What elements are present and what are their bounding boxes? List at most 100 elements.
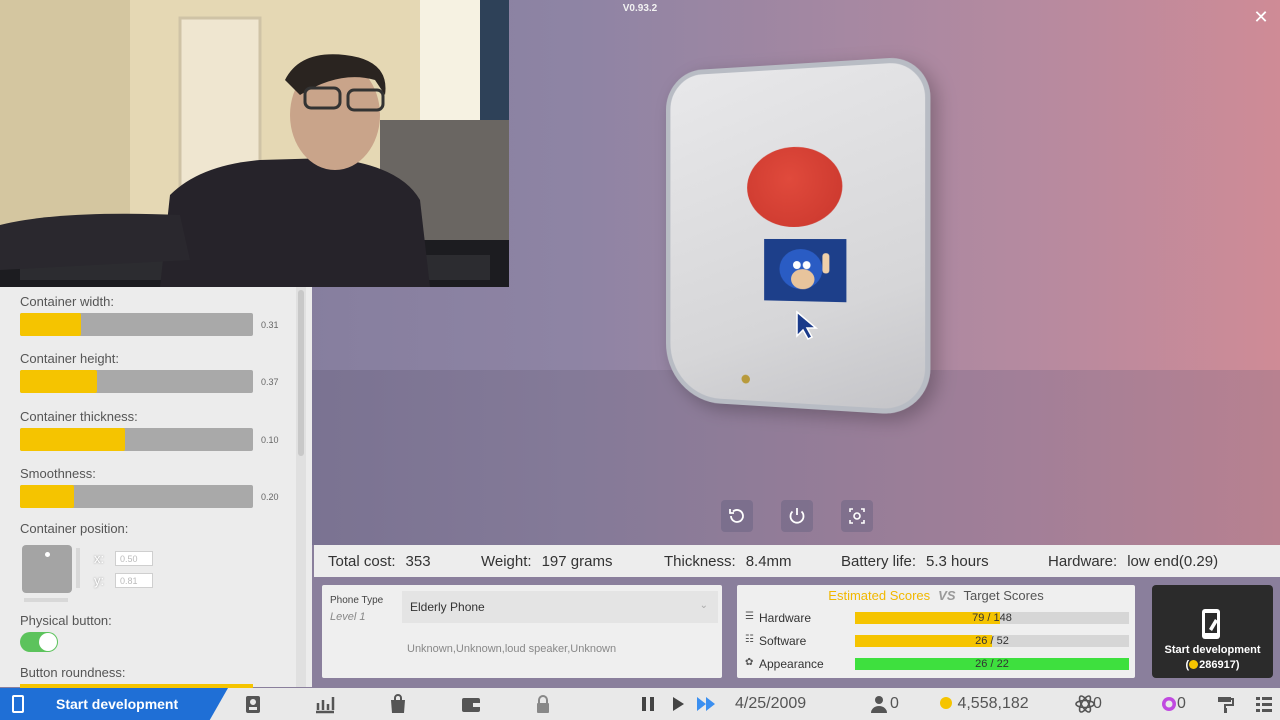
phone-build-icon bbox=[1202, 609, 1220, 639]
palette-icon: ✿ bbox=[745, 657, 754, 668]
battery-life-stat: Battery life: 5.3 hours bbox=[841, 553, 989, 570]
chart-icon[interactable] bbox=[314, 694, 336, 714]
version-label: V0.93.2 bbox=[622, 3, 658, 14]
lock-icon[interactable] bbox=[532, 694, 554, 714]
smoothness-label: Smoothness: bbox=[20, 466, 96, 481]
phone-icon bbox=[12, 695, 24, 713]
start-development-cost: (286917) bbox=[1185, 659, 1240, 671]
software-score-bar: 26 / 52 bbox=[855, 635, 1129, 647]
container-width-slider-fill bbox=[20, 313, 81, 336]
phone-type-label: Phone Type bbox=[330, 595, 384, 606]
container-position-pad[interactable] bbox=[22, 545, 72, 593]
software-score-text: 26 / 52 bbox=[975, 635, 1009, 647]
start-development-label: Start development bbox=[1164, 644, 1261, 656]
token-count: 0 bbox=[1177, 695, 1186, 712]
appearance-score-text: 26 / 22 bbox=[975, 658, 1009, 670]
pause-icon[interactable] bbox=[637, 694, 659, 714]
research-count: 0 bbox=[1093, 695, 1102, 712]
hardware-icon: ☰ bbox=[745, 611, 754, 622]
score-name: Appearance bbox=[759, 657, 824, 671]
physical-button-label: Physical button: bbox=[20, 613, 112, 628]
button-roundness-label: Button roundness: bbox=[20, 665, 126, 680]
position-vertical-bar[interactable] bbox=[76, 548, 80, 588]
screenshot-icon[interactable] bbox=[841, 500, 873, 532]
appearance-score-row: ✿ Appearance 26 / 22 bbox=[745, 657, 1129, 671]
position-x-label: x: bbox=[94, 551, 105, 566]
score-name: Hardware bbox=[759, 611, 812, 625]
position-pad-handle[interactable] bbox=[45, 552, 50, 557]
thickness-stat: Thickness: 8.4mm bbox=[664, 553, 792, 570]
container-width-slider[interactable] bbox=[20, 313, 253, 336]
rotate-view-icon[interactable] bbox=[721, 500, 753, 532]
start-development-button[interactable]: Start development (286917) bbox=[1152, 585, 1273, 678]
employees-count: 0 bbox=[890, 695, 899, 712]
hardware-stat: Hardware: low end(0.29) bbox=[1048, 553, 1219, 570]
money-display: 4,558,182 bbox=[940, 695, 1029, 713]
appearance-score-bar: 26 / 22 bbox=[855, 658, 1129, 670]
vs-label: VS bbox=[938, 588, 956, 603]
play-icon[interactable] bbox=[667, 694, 689, 714]
taskbar-start-development-button[interactable]: Start development bbox=[0, 688, 228, 720]
phone-type-features: Unknown,Unknown,loud speaker,Unknown bbox=[407, 643, 617, 655]
smoothness-slider[interactable] bbox=[20, 485, 253, 508]
phone-sticker-image bbox=[764, 238, 847, 303]
power-toggle-icon[interactable] bbox=[781, 500, 813, 532]
hardware-score-bar: 79 / 148 bbox=[855, 612, 1129, 624]
scores-header: Estimated Scores VS Target Scores bbox=[737, 588, 1135, 603]
target-scores-label: Target Scores bbox=[963, 588, 1044, 603]
position-x-input[interactable] bbox=[115, 551, 153, 566]
container-height-value: 0.37 bbox=[261, 377, 279, 387]
close-icon[interactable]: ✕ bbox=[1250, 6, 1272, 28]
employee-badge-icon[interactable] bbox=[242, 694, 264, 714]
container-thickness-slider-fill bbox=[20, 428, 125, 451]
phone-red-button bbox=[747, 145, 843, 228]
coin-icon bbox=[1189, 660, 1199, 669]
hardware-score-text: 79 / 148 bbox=[972, 612, 1012, 624]
settings-scrollbar-thumb[interactable] bbox=[298, 290, 304, 456]
estimated-scores-label: Estimated Scores bbox=[828, 588, 931, 603]
toggle-knob bbox=[39, 633, 57, 651]
position-y-label: y: bbox=[94, 573, 105, 588]
container-thickness-value: 0.10 bbox=[261, 435, 279, 445]
fast-forward-icon[interactable] bbox=[695, 694, 717, 714]
phone-stats-bar: Total cost: 353 Weight: 197 grams Thicknes… bbox=[314, 545, 1280, 577]
container-thickness-slider[interactable] bbox=[20, 428, 253, 451]
container-height-slider[interactable] bbox=[20, 370, 253, 393]
score-name: Software bbox=[759, 634, 807, 648]
wallet-icon[interactable] bbox=[460, 694, 482, 714]
paint-roller-icon[interactable] bbox=[1214, 694, 1236, 714]
total-cost-stat: Total cost: 353 bbox=[328, 553, 431, 570]
container-height-label: Container height: bbox=[20, 351, 120, 366]
bottom-taskbar: Start development 4/25/2009 0 4,558,182 … bbox=[0, 688, 1280, 720]
position-horizontal-bar[interactable] bbox=[24, 598, 68, 602]
weight-stat: Weight: 197 grams bbox=[481, 553, 613, 570]
phone-model[interactable] bbox=[665, 55, 931, 417]
smoothness-value: 0.20 bbox=[261, 492, 279, 502]
container-position-label: Container position: bbox=[20, 521, 129, 536]
phone-speaker-dot bbox=[741, 374, 750, 384]
container-height-slider-fill bbox=[20, 370, 97, 393]
container-width-label: Container width: bbox=[20, 294, 114, 309]
physical-button-toggle[interactable] bbox=[20, 632, 58, 652]
container-thickness-label: Container thickness: bbox=[20, 409, 138, 424]
software-score-row: ☷ Software 26 / 52 bbox=[745, 634, 1129, 648]
taskbar-start-label: Start development bbox=[56, 696, 179, 712]
scores-panel: Estimated Scores VS Target Scores ☰ Hardwa… bbox=[737, 585, 1135, 678]
phone-type-level: Level 1 bbox=[330, 611, 366, 623]
phone-type-dropdown[interactable]: Elderly Phone ⌄ bbox=[402, 591, 718, 623]
webcam-overlay bbox=[0, 0, 509, 287]
position-y-input[interactable] bbox=[115, 573, 153, 588]
chevron-down-icon: ⌄ bbox=[699, 600, 708, 611]
container-width-value: 0.31 bbox=[261, 320, 279, 330]
software-icon: ☷ bbox=[745, 634, 754, 645]
menu-grid-icon[interactable] bbox=[1253, 694, 1275, 714]
game-date: 4/25/2009 bbox=[735, 695, 807, 712]
shopping-bag-icon[interactable] bbox=[387, 694, 409, 714]
phone-type-selected: Elderly Phone bbox=[410, 600, 485, 614]
mouse-cursor-icon bbox=[795, 310, 819, 340]
hardware-score-row: ☰ Hardware 79 / 148 bbox=[745, 611, 1129, 625]
phone-type-panel: Phone Type Level 1 Elderly Phone ⌄ Unkno… bbox=[322, 585, 722, 678]
employees-icon[interactable] bbox=[868, 694, 890, 714]
coin-icon bbox=[940, 697, 952, 709]
smoothness-slider-fill bbox=[20, 485, 74, 508]
